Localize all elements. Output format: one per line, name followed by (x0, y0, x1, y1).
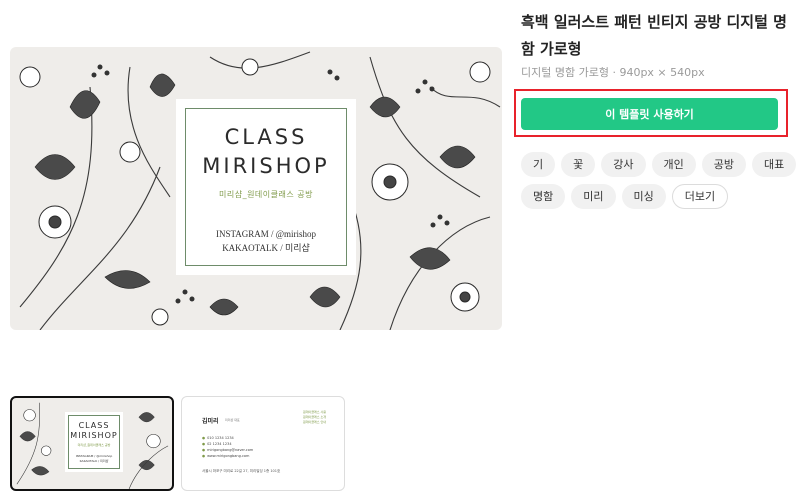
thumbnail-brand-border: CLASS MIRISHOP 미리샵_원데이클래스 공방 INSTAGRAM /… (68, 415, 120, 469)
template-title: 흑백 일러스트 패턴 빈티지 공방 디지털 명함 가로형 (521, 13, 787, 58)
tag-chip[interactable]: 꽃 (561, 152, 596, 177)
thumbnail-brand-line-1: CLASS (78, 421, 110, 430)
tag-chip[interactable]: 공방 (701, 152, 746, 177)
thumbnail-contact-list: 010 1234 1234 02 1234 1234 mirigongbang@… (202, 435, 253, 459)
thumbnail-brand-line-2: MIRISHOP (70, 431, 118, 440)
tag-chip[interactable]: 강사 (601, 152, 646, 177)
brand-subtitle: 미리샵_원데이클래스 공방 (218, 190, 313, 199)
thumbnail-info-line: www.mirigongbang.com (202, 453, 253, 459)
contact-kakaotalk: KAKAOTALK / 미리샵 (222, 243, 310, 253)
tag-chip[interactable]: 미리 (571, 184, 616, 209)
tag-chip[interactable]: 개인 (651, 152, 696, 177)
template-preview: CLASS MIRISHOP 미리샵_원데이클래스 공방 INSTAGRAM /… (10, 47, 502, 330)
brand-line-2: MIRISHOP (202, 154, 330, 178)
thumbnail-address: 서울시 마포구 미리로 22길 27, 미리빌딩 1층 101호 (202, 469, 281, 473)
thumbnail-back[interactable]: 김미리 미리샵 대표 원데이클래스 사용 원데이클래스 소개 원데이클래스 안내… (181, 396, 345, 491)
thumbnail-front[interactable]: CLASS MIRISHOP 미리샵_원데이클래스 공방 INSTAGRAM /… (10, 396, 174, 491)
thumbnail-person-role: 미리샵 대표 (225, 418, 240, 422)
thumbnail-person-name: 김미리 (202, 418, 219, 425)
brand-line-1: CLASS (224, 125, 308, 149)
brand-name: CLASS MIRISHOP (186, 123, 346, 181)
tag-row-1: 기 꽃 강사 개인 공방 대표 (521, 152, 797, 177)
thumbnail-brand-name: CLASS MIRISHOP (69, 421, 119, 441)
tag-chip[interactable]: 대표 (752, 152, 797, 177)
tag-chip[interactable]: 기 (521, 152, 556, 177)
thumbnail-contact-kakaotalk: KAKAOTALK / 미리샵 (79, 459, 109, 463)
tag-chip[interactable]: 미싱 (621, 184, 666, 209)
brand-card: CLASS MIRISHOP 미리샵_원데이클래스 공방 INSTAGRAM /… (176, 99, 356, 275)
more-tags-button[interactable]: 더보기 (671, 184, 729, 209)
tag-row-2: 명함 미리 미싱 더보기 (521, 184, 791, 209)
thumbnail-contact: INSTAGRAM / @mirishop KAKAOTALK / 미리샵 (69, 454, 119, 464)
brand-card-border: CLASS MIRISHOP 미리샵_원데이클래스 공방 INSTAGRAM /… (185, 108, 347, 266)
brand-contact: INSTAGRAM / @mirishop KAKAOTALK / 미리샵 (186, 227, 346, 255)
use-template-button[interactable]: 이 템플릿 사용하기 (521, 98, 778, 130)
template-meta: 디지털 명함 가로형 · 940px × 540px (521, 66, 705, 79)
contact-instagram: INSTAGRAM / @mirishop (215, 229, 317, 239)
tag-list: 기 꽃 강사 개인 공방 대표 명함 미리 미싱 더보기 (521, 152, 797, 216)
thumbnail-brand-subtitle: 미리샵_원데이클래스 공방 (77, 443, 111, 447)
thumbnail-service-lines: 원데이클래스 사용 원데이클래스 소개 원데이클래스 안내 (303, 410, 326, 425)
tag-chip[interactable]: 명함 (521, 184, 566, 209)
thumbnail-brand-card: CLASS MIRISHOP 미리샵_원데이클래스 공방 INSTAGRAM /… (65, 412, 123, 472)
thumbnail-service-line: 원데이클래스 안내 (302, 420, 326, 424)
